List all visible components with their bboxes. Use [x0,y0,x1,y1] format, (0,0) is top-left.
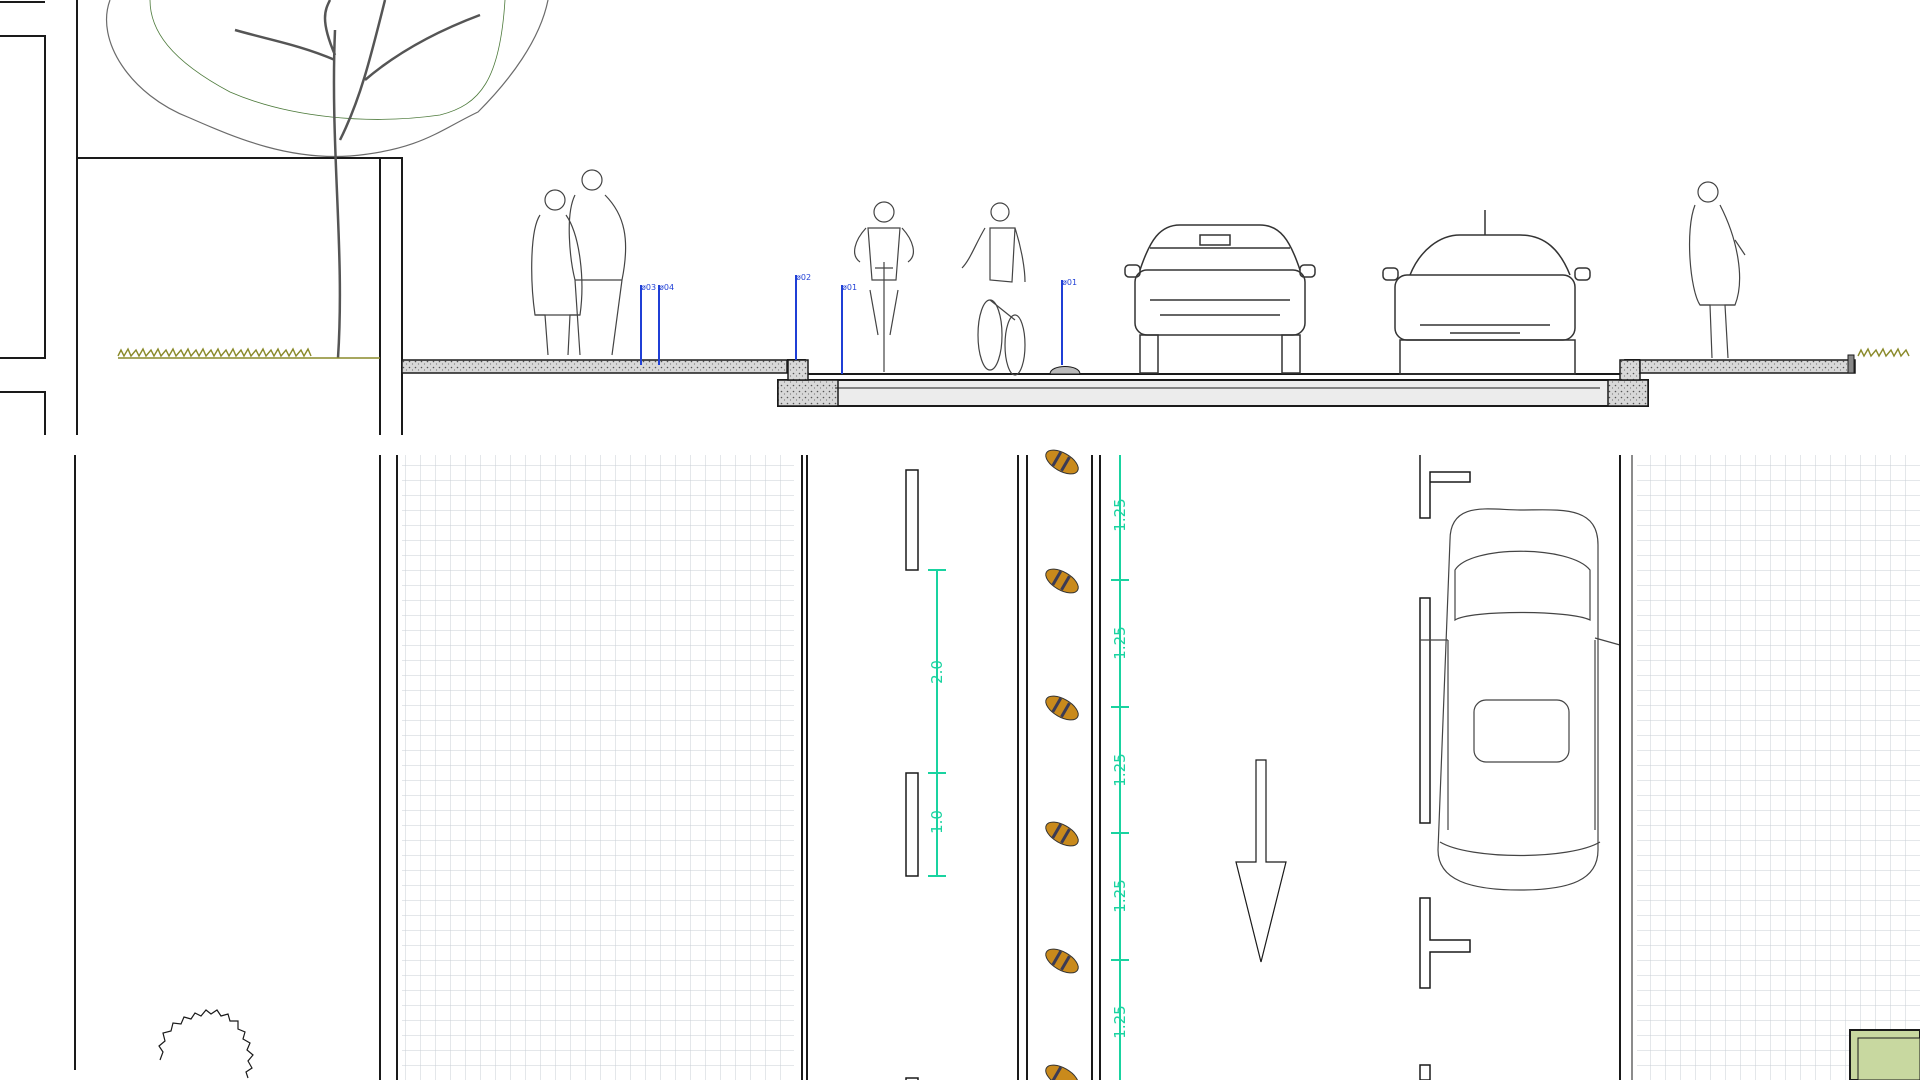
bike-lane-bollards [905,469,919,1085]
car-front-icon [1382,210,1591,375]
car-top-view-icon [1420,508,1621,891]
building-left-edge [0,0,403,435]
section-marker-label: ø01 [842,283,857,292]
dimension-label: 1.25 [1111,753,1129,786]
parking-bay-markings [1419,455,1471,1081]
sidewalk-paving-right [1637,455,1920,1080]
grass-strip [117,347,1910,359]
dimension-label: 1.25 [1111,498,1129,531]
planter-box [1849,1029,1920,1081]
section-marker-label: ø04 [659,283,674,292]
arrow-down-icon [1235,759,1287,963]
standing-man-icon [1688,181,1746,359]
street-drawing-canvas: ø03 ø04 ø02 ø01 ø01 2.0 1.0 1.25 1.25 1.… [0,0,1920,1085]
section-marker-label: ø03 [641,283,656,292]
dimension-label: 2.0 [928,660,946,684]
lane-separator-markers [1045,449,1079,1085]
pedestrian-couple-icon [531,169,627,356]
section-view: ø03 ø04 ø02 ø01 ø01 [0,0,1910,435]
section-marker-label: ø01 [1062,278,1077,287]
cyclist-front-icon [854,201,914,372]
car-front-icon [1124,224,1316,374]
sidewalk-section-right [1639,354,1856,374]
sidewalk-paving-left [402,455,794,1080]
dimension-label: 1.25 [1111,626,1129,659]
sidewalk-section-left [401,359,788,374]
shrub-plan-icon [158,1009,254,1079]
cyclist-side-icon [961,202,1026,376]
section-marker-label: ø02 [796,273,811,282]
road-section [777,359,1649,407]
tree-elevation-icon [105,0,549,359]
plan-view: 2.0 1.0 1.25 1.25 1.25 1.25 1.25 [74,449,1920,1085]
dimension-label: 1.0 [928,810,946,834]
cad-drawing: ø03 ø04 ø02 ø01 ø01 2.0 1.0 1.25 1.25 1.… [0,0,1920,1085]
dimension-label: 1.25 [1111,1005,1129,1038]
dimension-label: 1.25 [1111,879,1129,912]
